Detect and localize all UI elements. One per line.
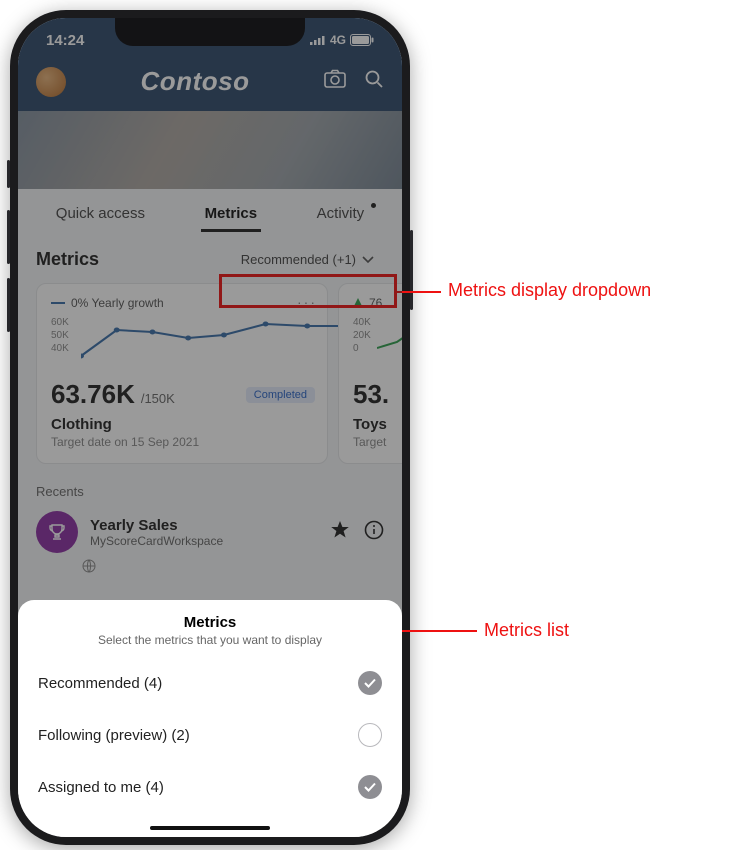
- tab-quick-access[interactable]: Quick access: [52, 199, 149, 232]
- phone-volume-down: [7, 278, 10, 332]
- tab-metrics[interactable]: Metrics: [201, 199, 262, 232]
- metric-target: Target: [353, 435, 399, 449]
- section-header: Metrics Recommended (+1): [18, 232, 402, 277]
- recent-item[interactable]: Yearly Sales MyScoreCardWorkspace: [18, 505, 402, 559]
- trend-label: 76: [353, 296, 399, 310]
- tab-label: Quick access: [56, 205, 145, 222]
- recents-label: Recents: [18, 470, 402, 505]
- home-indicator[interactable]: [150, 826, 270, 830]
- phone-frame: 14:24 4G Contoso: [10, 10, 410, 845]
- status-time: 14:24: [46, 32, 84, 49]
- sheet-header: Metrics Select the metrics that you want…: [18, 600, 402, 657]
- trend-line-icon: [51, 302, 65, 304]
- info-icon[interactable]: [364, 520, 384, 545]
- avatar[interactable]: [36, 67, 66, 97]
- metrics-cards[interactable]: 0% Yearly growth ··· 60K 50K 40K 63.76K …: [18, 277, 402, 470]
- sparkline-chart: [81, 320, 343, 368]
- network-label: 4G: [330, 33, 346, 47]
- option-assigned[interactable]: Assigned to me (4): [18, 761, 402, 813]
- status-badge: Completed: [246, 387, 315, 403]
- annotation-line: [397, 291, 441, 293]
- trend-text: 0% Yearly growth: [71, 296, 164, 310]
- metric-value: 53.: [353, 379, 399, 410]
- phone-volume-up: [7, 210, 10, 264]
- notification-dot-icon: [371, 203, 376, 208]
- screen: 14:24 4G Contoso: [18, 18, 402, 837]
- notch: [115, 18, 305, 46]
- annotation-label-dropdown: Metrics display dropdown: [448, 280, 651, 301]
- star-icon[interactable]: [330, 520, 350, 545]
- recent-subtitle: MyScoreCardWorkspace: [90, 534, 223, 548]
- brand-title: Contoso: [141, 66, 250, 97]
- battery-icon: [350, 34, 374, 46]
- trophy-icon: [36, 511, 78, 553]
- option-label: Following (preview) (2): [38, 727, 190, 744]
- metrics-selection-sheet: Metrics Select the metrics that you want…: [18, 600, 402, 837]
- search-icon[interactable]: [364, 69, 384, 94]
- section-title: Metrics: [36, 249, 99, 270]
- hero-image: [18, 111, 402, 189]
- value: 63.76K: [51, 379, 135, 410]
- trend-up-icon: [353, 298, 363, 308]
- camera-icon[interactable]: [324, 69, 346, 94]
- more-icon[interactable]: ···: [297, 294, 317, 310]
- globe-icon: [82, 560, 96, 577]
- recent-text: Yearly Sales MyScoreCardWorkspace: [90, 517, 223, 548]
- dropdown-label: Recommended (+1): [241, 252, 356, 267]
- phone-side-button: [7, 160, 10, 188]
- annotation-line: [402, 630, 477, 632]
- recent-title: Yearly Sales: [90, 517, 223, 534]
- check-icon: [358, 671, 382, 695]
- sheet-subtitle: Select the metrics that you want to disp…: [34, 633, 386, 647]
- metric-name: Clothing: [51, 416, 313, 433]
- signal-icon: [310, 35, 326, 45]
- metric-card-toys[interactable]: 76 40K 20K 0 53. Toys Target: [338, 283, 402, 464]
- value: 53.: [353, 379, 389, 410]
- recent-meta-icon-row: [18, 559, 402, 578]
- option-label: Assigned to me (4): [38, 779, 164, 796]
- metric-name: Toys: [353, 416, 399, 433]
- sparkline-chart: [377, 320, 402, 368]
- chevron-down-icon: [362, 252, 374, 267]
- metrics-display-dropdown[interactable]: Recommended (+1): [231, 248, 384, 271]
- tab-activity[interactable]: Activity: [313, 199, 369, 232]
- tab-label: Metrics: [205, 205, 258, 222]
- tab-label: Activity: [317, 205, 365, 222]
- value-of: /150K: [141, 391, 175, 406]
- sheet-title: Metrics: [34, 614, 386, 631]
- trend-text: 76: [369, 296, 382, 310]
- metric-target: Target date on 15 Sep 2021: [51, 435, 313, 449]
- app-header: Contoso: [18, 62, 402, 111]
- option-following[interactable]: Following (preview) (2): [18, 709, 402, 761]
- option-label: Recommended (4): [38, 675, 162, 692]
- trend-label: 0% Yearly growth: [51, 296, 313, 310]
- annotation-label-list: Metrics list: [484, 620, 569, 641]
- metric-card-clothing[interactable]: 0% Yearly growth ··· 60K 50K 40K 63.76K …: [36, 283, 328, 464]
- unchecked-icon: [358, 723, 382, 747]
- tab-bar: Quick access Metrics Activity: [18, 189, 402, 232]
- status-right: 4G: [310, 33, 374, 47]
- option-recommended[interactable]: Recommended (4): [18, 657, 402, 709]
- phone-power-button: [410, 230, 413, 310]
- check-icon: [358, 775, 382, 799]
